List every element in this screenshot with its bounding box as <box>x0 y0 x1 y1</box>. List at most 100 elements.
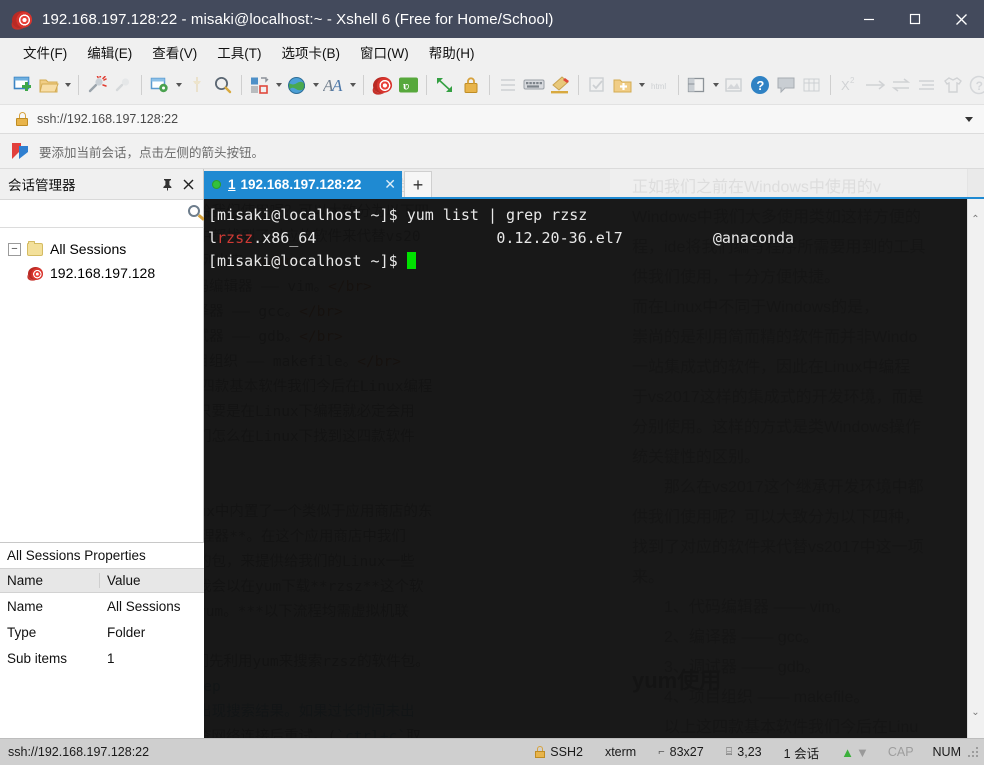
menu-tabs[interactable]: 选项卡(B) <box>273 38 350 66</box>
folder-icon <box>27 240 43 256</box>
open-folder-icon[interactable] <box>36 70 62 100</box>
terminal-scrollbar[interactable]: ⌃ ⌄ <box>967 199 984 738</box>
new-folder-dropdown-icon[interactable] <box>636 70 647 100</box>
pin-panel-button[interactable] <box>157 173 177 195</box>
terminal-scroll-up-icon[interactable]: ⌃ <box>968 211 983 228</box>
tree-node-label: All Sessions <box>50 241 127 257</box>
globe-icon[interactable] <box>284 70 310 100</box>
pin-icon <box>184 70 210 100</box>
session-tree: − All Sessions 192.168.197.128 <box>0 228 203 285</box>
lock-icon[interactable] <box>458 70 484 100</box>
tab-title: 192.168.197.128:22 <box>240 177 362 192</box>
status-session-count-cell: 1 会话 <box>773 743 830 762</box>
title-bar: 192.168.197.128:22 - misaki@localhost:~ … <box>0 0 984 38</box>
tree-expander-icon[interactable]: − <box>8 242 21 256</box>
property-value: All Sessions <box>107 598 181 614</box>
xshell-icon[interactable] <box>369 70 395 100</box>
tab-connected-dot-icon <box>212 180 221 189</box>
compose-bar-icon[interactable] <box>521 70 547 100</box>
disconnect-icon[interactable] <box>84 70 110 100</box>
new-tab-button[interactable]: + <box>404 171 432 198</box>
menu-file[interactable]: 文件(F) <box>14 38 76 66</box>
swap-icon <box>888 70 914 100</box>
fullscreen-icon[interactable] <box>432 70 458 100</box>
properties-row[interactable]: Sub items 1 <box>0 645 204 671</box>
menu-tools[interactable]: 工具(T) <box>208 38 270 66</box>
properties-row[interactable]: Type Folder <box>0 619 204 645</box>
tab-close-icon[interactable]: ✕ <box>374 176 396 193</box>
help-icon[interactable]: ? <box>747 70 773 100</box>
split-view-icon[interactable] <box>684 70 710 100</box>
svg-text:?: ? <box>976 79 983 93</box>
properties-title: All Sessions Properties <box>7 548 146 563</box>
address-lock-icon <box>16 112 28 126</box>
split-view-dropdown-icon[interactable] <box>710 70 721 100</box>
session-search-input[interactable] <box>0 200 184 227</box>
property-name: Type <box>7 624 37 640</box>
layout-dropdown-icon[interactable] <box>273 70 284 100</box>
maximize-button[interactable] <box>892 0 938 38</box>
font-dropdown-icon[interactable] <box>347 70 358 100</box>
check-icon <box>584 70 610 100</box>
notification-text: 要添加当前会话，点击左侧的箭头按钮。 <box>39 145 265 160</box>
status-num-lock: NUM <box>932 745 961 759</box>
xshell-window: 192.168.197.128:22 - misaki@localhost:~ … <box>0 0 984 765</box>
find-icon[interactable] <box>210 70 236 100</box>
close-button[interactable] <box>938 0 984 38</box>
session-manager-panel: 会话管理器 − All Sessions 192.168.197.128 All… <box>0 169 205 738</box>
status-size-cell: ⌐ 83x27 <box>647 745 715 759</box>
close-panel-button[interactable] <box>177 173 199 195</box>
shirt-icon <box>940 70 966 100</box>
minimize-button[interactable] <box>846 0 892 38</box>
new-folder-icon[interactable] <box>610 70 636 100</box>
notification-bar: 要添加当前会话，点击左侧的箭头按钮。 <box>0 134 984 169</box>
svg-text:2: 2 <box>850 76 855 85</box>
shell-prompt: [misaki@localhost ~]$ <box>208 206 407 224</box>
tree-node-session-host[interactable]: 192.168.197.128 <box>0 261 203 285</box>
terminal-line: lrzsz.x86_64 0.12.20-36.el7 @anaconda <box>208 227 967 250</box>
package-prefix: l <box>208 229 218 247</box>
property-value: Folder <box>107 624 146 640</box>
globe-dropdown-icon[interactable] <box>310 70 321 100</box>
status-terminal-type: xterm <box>604 745 637 759</box>
image-icon <box>721 70 747 100</box>
tree-node-all-sessions[interactable]: − All Sessions <box>0 237 203 261</box>
status-caps-lock: CAP <box>887 745 914 759</box>
status-session-count: 1 会话 <box>783 746 820 761</box>
address-value[interactable]: ssh://192.168.197.128:22 <box>37 112 178 126</box>
menu-edit[interactable]: 编辑(E) <box>78 38 141 66</box>
address-bar[interactable]: ssh://192.168.197.128:22 <box>0 105 984 134</box>
properties-header-value: Value <box>107 573 141 588</box>
terminal-screen[interactable]: [misaki@localhost ~]$ yum list | grep rz… <box>204 199 967 738</box>
table-icon <box>799 70 825 100</box>
shell-command: yum list | grep rzsz <box>406 206 588 224</box>
session-properties-dropdown-icon[interactable] <box>173 70 184 100</box>
tab-index: 1 <box>228 177 236 192</box>
new-session-icon[interactable] <box>10 70 36 100</box>
open-folder-dropdown-icon[interactable] <box>62 70 73 100</box>
layout-icon[interactable] <box>247 70 273 100</box>
session-properties-icon[interactable] <box>147 70 173 100</box>
session-search-row <box>0 200 205 228</box>
session-icon <box>28 266 43 280</box>
status-terminal-type-cell: xterm <box>594 745 647 759</box>
chat-icon[interactable] <box>773 70 799 100</box>
menu-help[interactable]: 帮助(H) <box>420 38 484 66</box>
terminal-tab-active[interactable]: 1 192.168.197.128:22 ✕ <box>204 171 402 198</box>
property-name: Name <box>7 598 44 614</box>
menu-window[interactable]: 窗口(W) <box>351 38 418 66</box>
xftp-icon[interactable]: ʋ <box>395 70 421 100</box>
download-arrow-icon: ▼ <box>855 744 869 760</box>
terminal-area: 1 192.168.197.128:22 ✕ + [misaki@localho… <box>204 169 984 738</box>
address-dropdown-icon[interactable] <box>962 111 976 127</box>
terminal-scroll-down-icon[interactable]: ⌄ <box>968 704 983 721</box>
properties-row[interactable]: Name All Sessions <box>0 593 204 619</box>
resize-grip-icon[interactable] <box>967 745 981 759</box>
highlight-icon[interactable] <box>547 70 573 100</box>
superscript-icon: X2 <box>836 70 862 100</box>
html-icon: html <box>647 70 673 100</box>
menu-view[interactable]: 查看(V) <box>143 38 206 66</box>
svg-text:A: A <box>331 76 343 94</box>
font-icon[interactable]: A A <box>321 70 347 100</box>
menu-bar: 文件(F) 编辑(E) 查看(V) 工具(T) 选项卡(B) 窗口(W) 帮助(… <box>0 38 984 66</box>
